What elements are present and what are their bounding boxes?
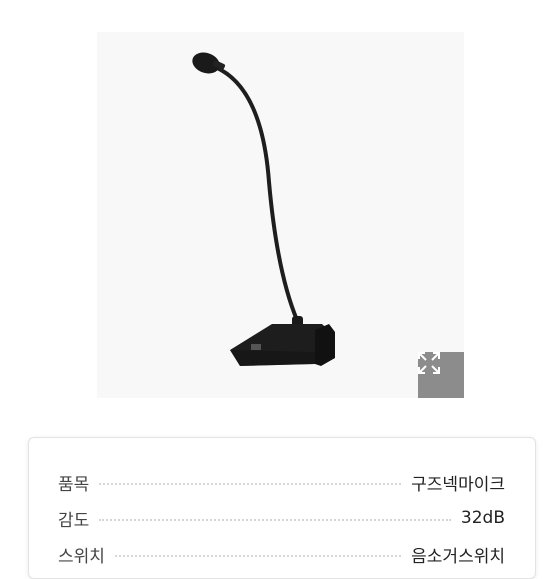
spec-row-switch: 스위치 음소거스위치 bbox=[58, 541, 505, 567]
dotted-leader bbox=[99, 519, 451, 521]
spec-card: 품목 구즈넥마이크 감도 32dB 스위치 음소거스위치 bbox=[28, 437, 536, 579]
spec-label: 스위치 bbox=[58, 546, 105, 567]
product-image bbox=[97, 32, 464, 398]
expand-button[interactable] bbox=[418, 352, 464, 398]
gooseneck-microphone-image bbox=[192, 52, 335, 366]
expand-icon bbox=[418, 352, 440, 374]
spec-value: 32dB bbox=[460, 508, 505, 528]
spec-value: 구즈넥마이크 bbox=[411, 474, 505, 495]
dotted-leader bbox=[114, 555, 402, 557]
dotted-leader bbox=[99, 483, 402, 485]
spec-label: 품목 bbox=[58, 474, 90, 495]
spec-value: 음소거스위치 bbox=[411, 546, 505, 567]
spec-row-sensitivity: 감도 32dB bbox=[58, 505, 505, 531]
spec-row-item: 품목 구즈넥마이크 bbox=[58, 469, 505, 495]
spec-label: 감도 bbox=[58, 510, 90, 531]
